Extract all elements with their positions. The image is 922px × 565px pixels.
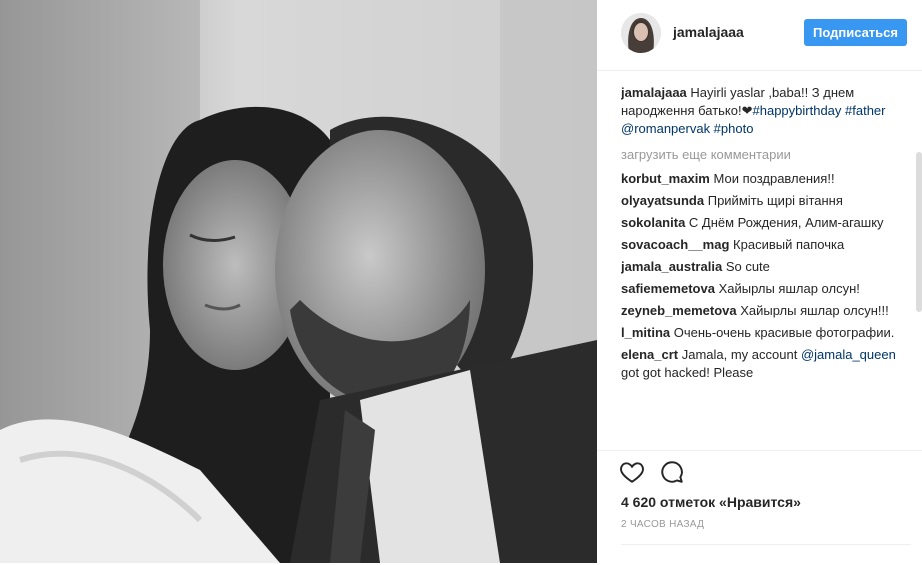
- comment-mention[interactable]: @jamala_queen: [801, 347, 896, 362]
- comment-text: Хайырлы яшлар олсун!: [718, 281, 860, 296]
- comment-text: Jamala, my account: [681, 347, 798, 362]
- caption-username[interactable]: jamalajaaa: [621, 85, 687, 100]
- comments-list: jamalajaaa Hayirli yaslar ,baba!! З днем…: [621, 84, 911, 450]
- add-comment-area[interactable]: [621, 544, 911, 565]
- comment-username[interactable]: korbut_maxim: [621, 171, 710, 186]
- comment-item: korbut_maxim Мои поздравления!!: [621, 170, 911, 188]
- follow-button[interactable]: Подписаться: [804, 19, 907, 46]
- comment-item: olyayatsunda Прийміть щирі вітання: [621, 192, 911, 210]
- avatar[interactable]: [621, 13, 661, 53]
- comment-text: Красивый папочка: [733, 237, 845, 252]
- comment-text: Прийміть щирі вітання: [707, 193, 843, 208]
- comment-text: Мои поздравления!!: [713, 171, 835, 186]
- comment-item: jamala_australia So cute: [621, 258, 911, 276]
- comment-text: So cute: [725, 259, 770, 274]
- comment-username[interactable]: olyayatsunda: [621, 193, 704, 208]
- comment-text: Хайырлы яшлар олсун!!!: [740, 303, 889, 318]
- comment-username[interactable]: l_mitina: [621, 325, 670, 340]
- comment-item: sovacoach__mag Красивый папочка: [621, 236, 911, 254]
- comment-username[interactable]: sovacoach__mag: [621, 237, 729, 252]
- post-header: jamalajaaa Подписаться: [597, 0, 922, 71]
- comment-username[interactable]: safiememetova: [621, 281, 715, 296]
- load-more-comments-link[interactable]: загрузить еще комментарии: [621, 146, 911, 164]
- comment-username[interactable]: sokolanita: [621, 215, 685, 230]
- comment-item: l_mitina Очень-очень красивые фотографии…: [621, 324, 911, 342]
- post-caption: jamalajaaa Hayirli yaslar ,baba!! З днем…: [621, 84, 911, 138]
- comment-username[interactable]: zeyneb_memetova: [621, 303, 737, 318]
- comment-username[interactable]: elena_crt: [621, 347, 678, 362]
- comment-text: С Днём Рождения, Алим-агашку: [688, 215, 884, 230]
- heart-icon[interactable]: [619, 459, 645, 485]
- comment-text-continued: got got hacked! Please: [621, 365, 754, 380]
- post-side-panel: jamalajaaa Подписаться jamalajaaa Hayirl…: [597, 0, 922, 563]
- post-photo[interactable]: [0, 0, 597, 563]
- scrollbar-thumb[interactable]: [916, 152, 922, 312]
- comment-item: zeyneb_memetova Хайырлы яшлар олсун!!!: [621, 302, 911, 320]
- comment-icon[interactable]: [659, 459, 685, 485]
- post-timestamp[interactable]: 2 ЧАСОВ НАЗАД: [621, 519, 704, 530]
- header-username[interactable]: jamalajaaa: [673, 24, 744, 40]
- comment-text: Очень-очень красивые фотографии.: [673, 325, 895, 340]
- comment-item: sokolanita С Днём Рождения, Алим-агашку: [621, 214, 911, 232]
- comment-username[interactable]: jamala_australia: [621, 259, 722, 274]
- comments-scrollbar[interactable]: [914, 72, 922, 450]
- comment-item: safiememetova Хайырлы яшлар олсун!: [621, 280, 911, 298]
- likes-count[interactable]: 4 620 отметок «Нравится»: [621, 494, 801, 510]
- comment-item: elena_crt Jamala, my account @jamala_que…: [621, 346, 911, 382]
- photo-image: [0, 0, 597, 563]
- post-actions: 4 620 отметок «Нравится» 2 ЧАСОВ НАЗАД: [597, 450, 922, 564]
